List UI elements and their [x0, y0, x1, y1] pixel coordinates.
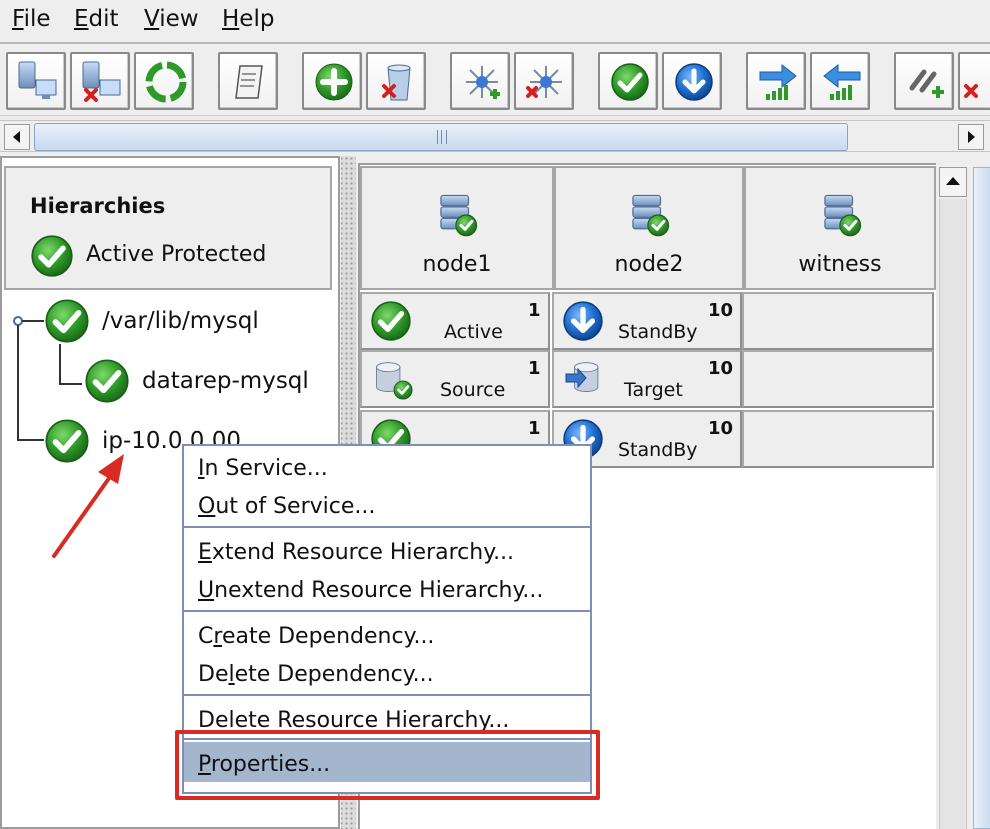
- view-log-button[interactable]: [218, 52, 278, 110]
- create-resource-button[interactable]: [302, 52, 362, 110]
- menu-item-delete-dependency[interactable]: Delete Dependency...: [198, 662, 434, 687]
- tree-item-label: datarep-mysql: [142, 368, 309, 394]
- refresh-button[interactable]: [134, 52, 194, 110]
- delete-dependency-icon: [964, 84, 978, 98]
- horizontal-scrollbar[interactable]: [0, 120, 990, 152]
- delete-resource-button[interactable]: [366, 52, 426, 110]
- extend-hierarchy-button[interactable]: [450, 52, 510, 110]
- menu-item-extend-hierarchy[interactable]: Extend Resource Hierarchy...: [198, 540, 514, 565]
- priority-value: 1: [528, 358, 541, 379]
- hierarchies-status: Active Protected: [86, 242, 267, 267]
- refresh-icon: [145, 61, 187, 103]
- server-active-icon: [439, 193, 479, 238]
- out-of-service-icon: [672, 60, 716, 104]
- menu-separator: [184, 526, 590, 528]
- status-cell[interactable]: [742, 410, 934, 468]
- status-label: StandBy: [618, 439, 698, 461]
- priority-value: 1: [528, 300, 541, 321]
- mirror-source-icon: [376, 362, 413, 400]
- delete-resource-icon: [382, 64, 411, 101]
- status-cell[interactable]: StandBy 10: [552, 292, 742, 350]
- menu-item-out-of-service[interactable]: Out of Service...: [198, 494, 375, 519]
- active-protected-icon: [30, 234, 74, 278]
- mirror-target-icon: [565, 362, 599, 392]
- scroll-right-arrow-icon[interactable]: [958, 124, 984, 150]
- menu-item-create-dependency[interactable]: Create Dependency...: [198, 624, 434, 649]
- menu-file[interactable]: File: [12, 6, 51, 32]
- priority-value: 1: [528, 418, 541, 439]
- annotation-arrow-icon: [52, 454, 124, 558]
- node-header-witness[interactable]: witness: [744, 166, 936, 290]
- scroll-left-arrow-icon[interactable]: [4, 124, 30, 150]
- extend-hierarchy-icon: [466, 66, 500, 99]
- node-header-node1[interactable]: node1: [360, 166, 554, 290]
- disconnect-server-button[interactable]: [70, 52, 130, 110]
- menu-edit[interactable]: Edit: [74, 6, 119, 32]
- scroll-up-arrow-icon[interactable]: [939, 167, 967, 197]
- vertical-scrollbar[interactable]: [936, 163, 990, 829]
- tree-item-datarep-mysql[interactable]: datarep-mysql: [84, 358, 334, 408]
- tree-item-var-lib-mysql[interactable]: /var/lib/mysql: [44, 298, 334, 348]
- server-active-icon: [823, 193, 863, 238]
- annotation-highlight-box: [175, 730, 600, 800]
- menu-view[interactable]: View: [144, 6, 199, 32]
- status-cell[interactable]: [742, 292, 934, 350]
- scroll-thumb[interactable]: [34, 123, 848, 151]
- status-label: Active: [444, 321, 503, 343]
- unextend-hierarchy-button[interactable]: [514, 52, 574, 110]
- status-label: StandBy: [618, 321, 698, 343]
- delete-dependency-button[interactable]: [958, 52, 990, 110]
- menu-help[interactable]: Help: [222, 6, 274, 32]
- extend-right-button[interactable]: [746, 52, 806, 110]
- toolbar: [0, 42, 990, 116]
- hierarchies-title: Hierarchies: [30, 194, 166, 218]
- menu-item-in-service[interactable]: In Service...: [198, 456, 328, 481]
- standby-arrow-icon: [562, 300, 604, 342]
- priority-value: 10: [708, 300, 734, 321]
- status-cell[interactable]: Source 1: [360, 350, 550, 408]
- node-name: node2: [614, 252, 684, 277]
- menu-bar: File Edit View Help: [0, 0, 990, 40]
- create-dependency-button[interactable]: [894, 52, 954, 110]
- server-active-icon: [631, 193, 671, 238]
- menu-separator: [184, 610, 590, 612]
- scroll-track[interactable]: [939, 199, 967, 829]
- connect-server-button[interactable]: [6, 52, 66, 110]
- extend-left-button[interactable]: [810, 52, 870, 110]
- status-cell[interactable]: Active 1: [360, 292, 550, 350]
- node-header-node2[interactable]: node2: [554, 166, 744, 290]
- create-resource-icon: [315, 63, 353, 101]
- out-of-service-button[interactable]: [662, 52, 722, 110]
- status-label: Target: [624, 379, 683, 401]
- create-dependency-icon: [909, 69, 944, 98]
- scroll-thumb[interactable]: [973, 167, 990, 829]
- status-label: Source: [440, 379, 506, 401]
- active-check-icon: [44, 298, 90, 344]
- active-check-icon: [370, 300, 412, 342]
- active-check-icon: [84, 358, 130, 404]
- log-scroll-icon: [235, 65, 263, 99]
- in-service-button[interactable]: [598, 52, 658, 110]
- extend-right-icon: [759, 63, 797, 100]
- priority-value: 10: [708, 418, 734, 439]
- connect-server-icon: [18, 61, 57, 99]
- node-name: node1: [422, 252, 492, 277]
- menu-item-unextend-hierarchy[interactable]: Unextend Resource Hierarchy...: [198, 578, 543, 603]
- menu-separator: [184, 694, 590, 696]
- hierarchies-header: Hierarchies Active Protected: [4, 166, 332, 290]
- disconnect-server-icon: [82, 61, 121, 102]
- priority-value: 10: [708, 358, 734, 379]
- node-name: witness: [798, 252, 882, 277]
- unextend-hierarchy-icon: [526, 66, 562, 98]
- tree-item-label: /var/lib/mysql: [102, 308, 259, 334]
- extend-left-icon: [823, 63, 861, 100]
- in-service-icon: [608, 60, 652, 104]
- status-cell[interactable]: Target 10: [552, 350, 742, 408]
- status-cell[interactable]: [742, 350, 934, 408]
